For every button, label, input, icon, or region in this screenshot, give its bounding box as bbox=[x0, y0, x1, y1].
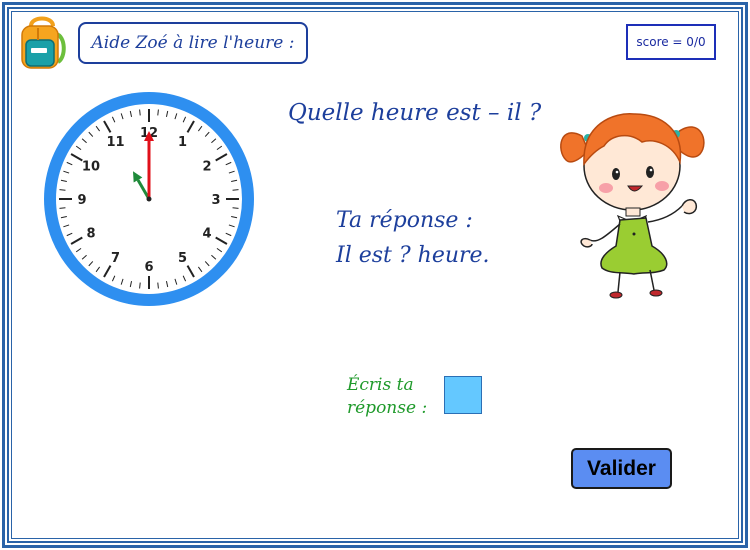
clock-number: 10 bbox=[82, 160, 100, 175]
question-text: Quelle heure est – il ? bbox=[288, 100, 542, 126]
validate-button[interactable]: Valider bbox=[571, 448, 672, 489]
score-label: score = 0/0 bbox=[636, 35, 706, 49]
minute-tick bbox=[139, 282, 141, 289]
girl-illustration bbox=[560, 113, 705, 299]
analog-clock: 121234567891011 bbox=[44, 92, 254, 306]
minute-tick bbox=[157, 109, 159, 116]
answer-label: Ta réponse : bbox=[336, 208, 473, 233]
page-title: Aide Zoé à lire l'heure : bbox=[91, 33, 295, 53]
answer-input[interactable] bbox=[444, 376, 482, 414]
clock-center bbox=[146, 196, 152, 202]
minute-tick bbox=[232, 189, 239, 191]
clock-number: 11 bbox=[106, 135, 124, 150]
clock-number: 3 bbox=[211, 193, 220, 208]
clock-number: 9 bbox=[77, 193, 86, 208]
minute-tick bbox=[59, 189, 66, 191]
minute-tick bbox=[157, 282, 159, 289]
clock-number: 4 bbox=[203, 227, 212, 242]
minute-tick bbox=[232, 207, 239, 209]
minute-tick bbox=[59, 207, 66, 209]
backpack-icon bbox=[21, 16, 66, 69]
clock-number: 7 bbox=[111, 251, 120, 266]
clock-number: 6 bbox=[144, 260, 153, 275]
minute-tick bbox=[139, 109, 141, 116]
clock-number: 5 bbox=[178, 251, 187, 266]
clock-number: 8 bbox=[86, 227, 95, 242]
input-label-line2: réponse : bbox=[347, 398, 428, 418]
input-label-line1: Écris ta bbox=[347, 375, 414, 395]
clock-number: 2 bbox=[203, 160, 212, 175]
score-box: score = 0/0 bbox=[626, 24, 716, 60]
title-box: Aide Zoé à lire l'heure : bbox=[78, 22, 308, 64]
clock-number: 1 bbox=[178, 135, 187, 150]
answer-sentence: Il est ? heure. bbox=[336, 243, 490, 268]
